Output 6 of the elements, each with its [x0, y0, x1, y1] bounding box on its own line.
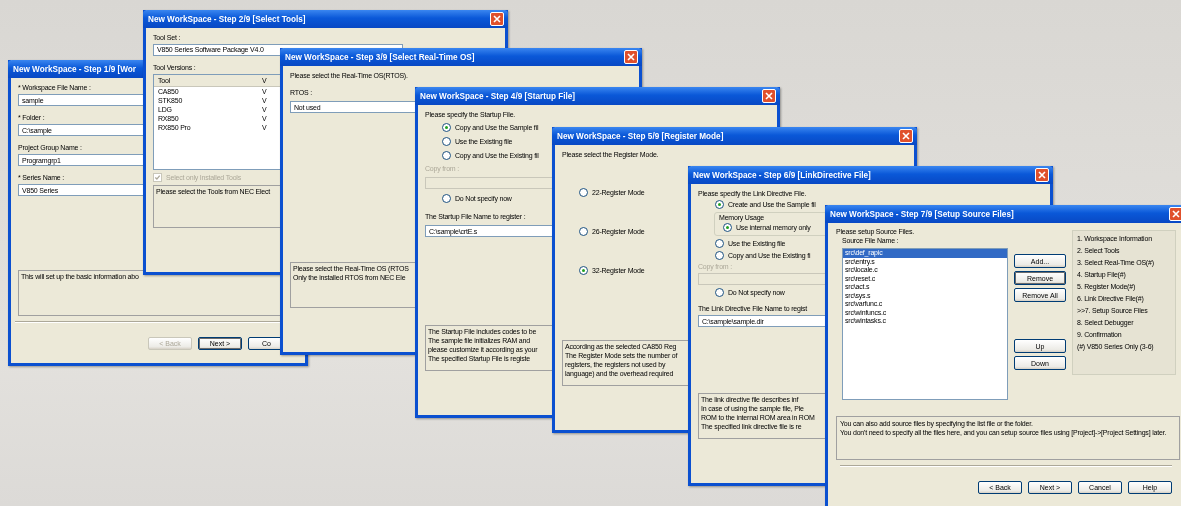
window-title: New WorkSpace - Step 7/9 [Setup Source Files]	[830, 209, 1014, 219]
window-title: New WorkSpace - Step 6/9 [LinkDirective File]	[693, 170, 871, 180]
window-title: New WorkSpace - Step 4/9 [Startup File]	[420, 91, 575, 101]
window-title: New WorkSpace - Step 2/9 [Select Tools]	[148, 14, 306, 24]
window-title: New WorkSpace - Step 5/9 [Register Mode]	[557, 131, 724, 141]
window-title: New WorkSpace - Step 1/9 [Wor	[13, 64, 136, 74]
